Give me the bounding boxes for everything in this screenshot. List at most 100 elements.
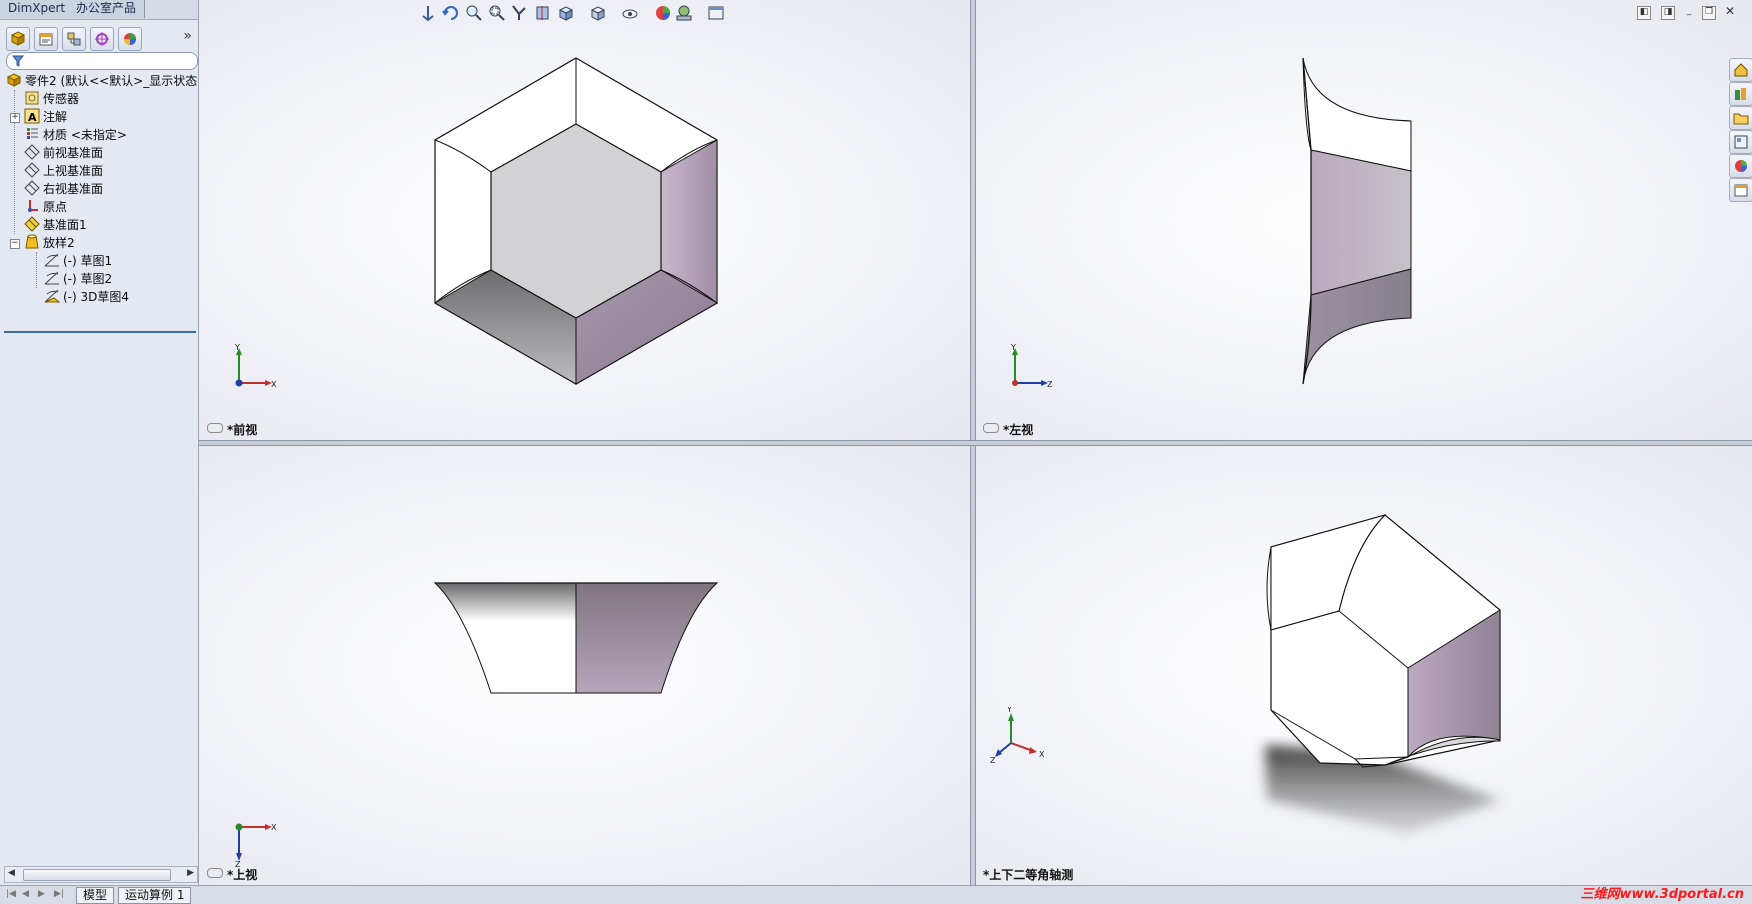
tree-item-label: 材质 <未指定> [43, 128, 127, 142]
tree-item-label: 上视基准面 [43, 164, 104, 178]
property-manager-tab-button[interactable] [34, 27, 58, 51]
top-view-model[interactable] [199, 445, 970, 885]
tab-model[interactable]: 模型 [76, 887, 115, 904]
scroll-left-icon[interactable]: ◀ [8, 868, 15, 878]
tree-filter-input[interactable] [6, 52, 198, 70]
material-icon [27, 128, 38, 139]
rollback-bar[interactable] [4, 331, 196, 333]
axis-z-label: Z [990, 756, 996, 763]
property-icon [39, 33, 53, 46]
tree-item-label: 注解 [43, 110, 68, 124]
isometric-view-model[interactable] [975, 445, 1752, 885]
sensor-icon [25, 91, 39, 105]
more-tabs-chevron-icon[interactable]: » [183, 28, 192, 44]
viewport-left[interactable]: ◧ ◨ _ ❐ ✕ Y Z *左视 [975, 0, 1752, 440]
configuration-manager-tab-button[interactable] [62, 27, 86, 51]
tab-dimxpert[interactable]: DimXpert [0, 0, 75, 18]
viewport-top-label: *上视 [207, 867, 257, 883]
front-view-model[interactable] [199, 0, 970, 440]
tree-root-part[interactable]: 零件2 (默认<<默认>_显示状态 [6, 72, 197, 90]
viewport-isometric[interactable]: Y X Z *上下二等角轴测 [975, 445, 1752, 885]
tree-item-origin[interactable]: 原点 [24, 198, 67, 216]
tree-item-label: 前视基准面 [43, 146, 104, 160]
top-tab-strip: DimXpert 办公室产品 [0, 0, 198, 20]
tree-horizontal-scrollbar[interactable]: ◀ ▶ [4, 866, 198, 883]
axis-y-label: Y [234, 343, 240, 352]
tree-item-right-plane[interactable]: 右视基准面 [24, 180, 103, 198]
first-tab-icon[interactable]: |◀ [6, 889, 16, 900]
tree-item-label: 右视基准面 [43, 182, 104, 196]
sketch-icon [44, 253, 59, 267]
expand-annotations-icon[interactable]: + [10, 113, 20, 123]
last-tab-icon[interactable]: ▶| [54, 889, 64, 900]
custom-properties-icon[interactable] [1729, 178, 1752, 202]
tree-item-label: 放样2 [43, 236, 75, 250]
appearances-scenes-icon[interactable] [1729, 154, 1752, 178]
axis-y-label: Y [1006, 707, 1012, 714]
filter-icon [12, 55, 24, 67]
view-name: *左视 [1003, 423, 1034, 437]
tree-item-sketch1[interactable]: (-) 草图1 [44, 252, 112, 270]
tree-item-loft2[interactable]: 放样2 [24, 234, 75, 252]
scroll-right-icon[interactable]: ▶ [187, 868, 194, 878]
view-name: *前视 [227, 423, 258, 437]
tree-item-plane1[interactable]: 基准面1 [24, 216, 87, 234]
origin-icon [28, 200, 38, 212]
task-pane-tabs [1728, 58, 1752, 208]
triad-axis-icon: Y X [234, 343, 277, 389]
annotation-icon: A [24, 108, 40, 124]
tree-root-label: 零件2 (默认<<默认>_显示状态 [25, 74, 198, 88]
file-explorer-icon[interactable] [1729, 106, 1752, 130]
link-views-icon[interactable] [207, 423, 223, 433]
viewport-iso-label: *上下二等角轴测 [983, 867, 1073, 883]
configuration-icon [67, 32, 81, 46]
tree-item-sketch2[interactable]: (-) 草图2 [44, 270, 112, 288]
tree-guide-line-child [36, 252, 37, 288]
sketch-icon [44, 271, 59, 285]
svg-text:A: A [28, 111, 37, 124]
feature-tree-icon [10, 31, 26, 46]
left-view-model[interactable] [975, 0, 1752, 440]
feature-manager-tab-button[interactable] [6, 27, 30, 51]
axis-z-label: Z [1047, 380, 1053, 389]
design-library-icon[interactable] [1729, 82, 1752, 106]
bottom-tab-bar: |◀ ◀ ▶ ▶| 模型 运动算例 1 三维网www.3dportal.cn [0, 885, 1752, 904]
viewport-front-label: *前视 [207, 422, 257, 438]
collapse-loft-icon[interactable]: − [10, 239, 20, 249]
tree-item-sensors[interactable]: 传感器 [24, 90, 79, 108]
triad-axis-icon: Y Z [1010, 343, 1053, 389]
watermark-text: 三维网www.3dportal.cn [1580, 887, 1744, 902]
tree-item-label: (-) 草图2 [63, 272, 113, 286]
triad-axis-icon: X Z [235, 823, 277, 867]
viewport-top[interactable]: X Z *上视 [199, 445, 970, 885]
sketch3d-icon [44, 289, 60, 303]
tree-item-top-plane[interactable]: 上视基准面 [24, 162, 103, 180]
tree-item-3dsketch4[interactable]: (-) 3D草图4 [44, 288, 129, 306]
tab-motion-study-1[interactable]: 运动算例 1 [118, 887, 192, 904]
tab-office-products[interactable]: 办公室产品 [68, 0, 146, 18]
tree-item-annotations[interactable]: A 注解 [24, 108, 67, 126]
viewport-front[interactable]: Y X *前视 [199, 0, 970, 440]
link-views-icon[interactable] [983, 423, 999, 433]
view-palette-icon[interactable] [1729, 130, 1752, 154]
appearance-icon [124, 33, 136, 45]
display-manager-tab-button[interactable] [118, 27, 142, 51]
task-pane-home-icon[interactable] [1729, 58, 1752, 82]
tree-item-label: (-) 草图1 [63, 254, 113, 268]
tree-item-label: 原点 [43, 200, 68, 214]
tree-item-material[interactable]: 材质 <未指定> [24, 126, 127, 144]
crosshair-icon [95, 32, 109, 46]
viewport-splitter-horizontal[interactable] [199, 440, 1752, 446]
axis-x-label: X [271, 380, 277, 389]
link-views-icon[interactable] [207, 868, 223, 878]
axis-z-label: Z [235, 860, 241, 867]
axis-x-label: X [1039, 750, 1045, 759]
viewport-left-label: *左视 [983, 422, 1033, 438]
next-tab-icon[interactable]: ▶ [38, 889, 48, 900]
scrollbar-thumb[interactable] [23, 869, 171, 881]
plane-yellow-icon [24, 216, 40, 232]
tree-item-front-plane[interactable]: 前视基准面 [24, 144, 103, 162]
prev-tab-icon[interactable]: ◀ [22, 889, 32, 900]
tree-item-label: 传感器 [43, 92, 80, 106]
dimxpert-manager-tab-button[interactable] [90, 27, 114, 51]
